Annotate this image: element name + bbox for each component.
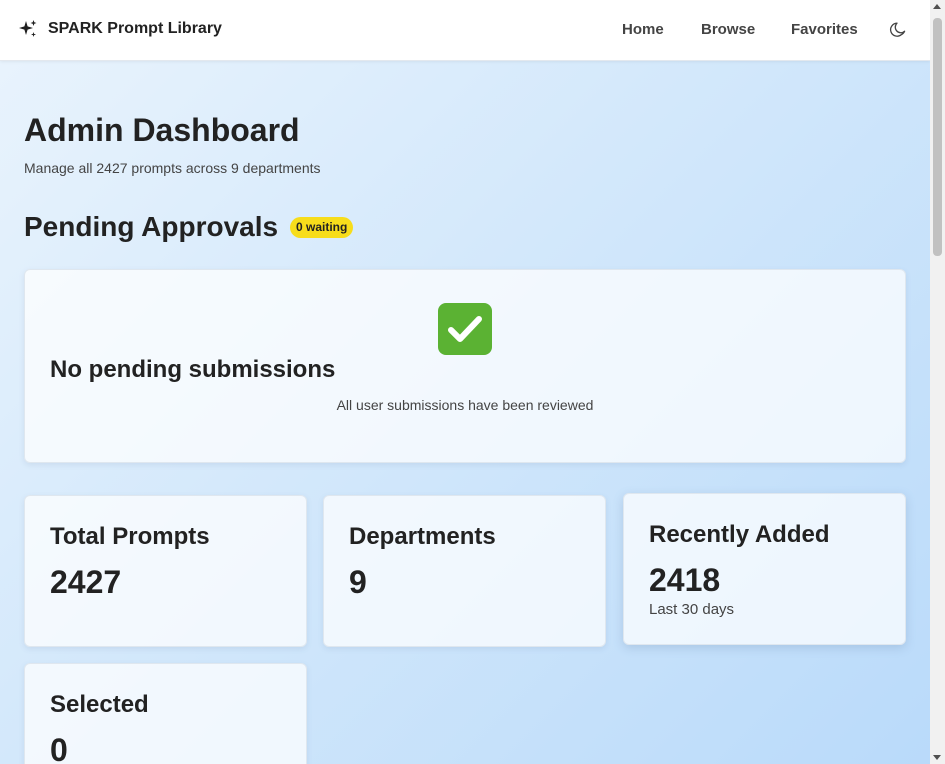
stat-card-recently-added: Recently Added 2418 Last 30 days [623,493,906,645]
stat-label: Selected [50,691,149,718]
nav-links: Home Browse Favorites [0,21,930,41]
stat-label: Departments [349,523,496,550]
page-subtitle: Manage all 2427 prompts across 9 departm… [24,160,321,176]
pending-count-badge: 0 waiting [290,217,354,238]
page-scrollbar[interactable] [930,0,945,764]
check-mark-icon [438,303,492,355]
stat-value: 2418 [649,562,721,598]
moon-icon[interactable] [889,21,907,39]
scroll-up-icon[interactable] [933,4,941,9]
empty-state-text: All user submissions have been reviewed [336,397,594,413]
stat-value: 2427 [50,564,122,600]
nav-browse-link[interactable]: Browse [701,21,755,38]
stat-card-departments: Departments 9 [323,495,606,647]
empty-state-title: No pending submissions [50,356,336,383]
stat-value: 9 [349,564,367,600]
page-title: Admin Dashboard [24,112,300,148]
stat-card-selected: Selected 0 [24,663,307,764]
stat-card-total-prompts: Total Prompts 2427 [24,495,307,647]
stat-label: Total Prompts [50,523,210,550]
pending-approvals-heading: Pending Approvals [24,211,279,242]
pending-empty-state: No pending submissions All user submissi… [24,269,906,463]
scroll-down-icon[interactable] [933,755,941,760]
nav-favorites-link[interactable]: Favorites [791,21,858,38]
stat-label: Recently Added [649,521,830,548]
stat-note: Last 30 days [649,601,735,618]
stat-value: 0 [50,732,68,764]
scroll-thumb[interactable] [933,18,942,256]
top-navbar: SPARK Prompt Library Home Browse Favorit… [0,0,930,61]
nav-home-link[interactable]: Home [622,21,664,38]
